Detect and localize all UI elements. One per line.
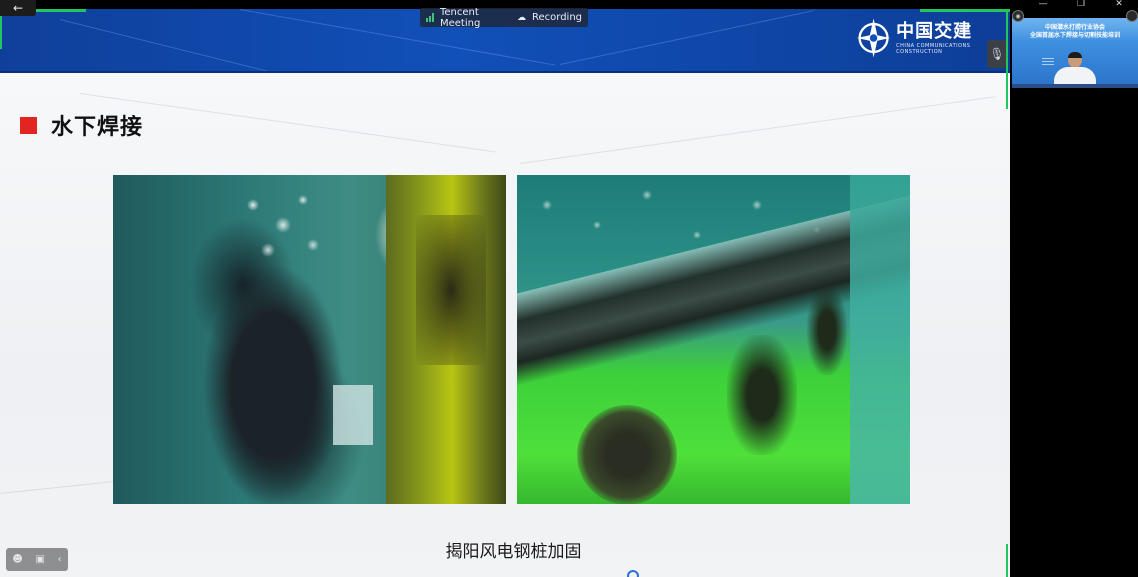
minimize-button[interactable]: — — [1024, 0, 1062, 9]
underwater-welding-photo — [113, 175, 506, 504]
bottom-toolbar: ☻ ▣ ‹ — [6, 548, 68, 571]
screen-share-border — [1006, 9, 1008, 109]
collapse-icon[interactable]: ‹ — [58, 554, 62, 565]
tencent-meeting-window: ← — ❐ ✕ 中国交建 CHINA COMMUNICATIONS CONSTR… — [0, 0, 1138, 577]
video-banner: 中国潜水打捞行业协会 全国首届水下焊接与切割技能培训 — [1029, 24, 1120, 39]
participant-avatar-icon[interactable] — [1126, 10, 1138, 22]
back-button[interactable]: ← — [0, 0, 36, 16]
cloud-recording-icon: ☁ — [516, 12, 526, 23]
participant-video-tile[interactable]: 中国潜水打捞行业协会 全国首届水下焊接与切割技能培训 — [1012, 18, 1138, 88]
slide-caption: 揭阳风电钢桩加固 — [445, 542, 582, 562]
cccc-logo-icon — [856, 18, 891, 58]
chat-icon[interactable]: ▣ — [35, 554, 44, 565]
meeting-status-bar: Tencent Meeting ☁ Recording — [420, 6, 588, 29]
title-bullet-square — [20, 116, 37, 134]
recording-label[interactable]: Recording — [532, 12, 582, 23]
screen-share-border — [1006, 544, 1008, 577]
slide-title: 水下焊接 — [51, 115, 144, 140]
header-decor-line — [559, 9, 815, 65]
green-accent-bar — [920, 9, 1010, 12]
window-controls: — ❐ ✕ — [1024, 0, 1138, 9]
back-arrow-icon: ← — [12, 1, 24, 15]
signal-strength-icon — [426, 13, 434, 22]
shared-screen: 中国交建 CHINA COMMUNICATIONS CONSTRUCTION 🎙… — [0, 9, 1010, 577]
body-decor-line — [519, 96, 996, 164]
slide-body: 水下焊接 揭阳风电钢桩加固 — [0, 73, 1010, 577]
photo-diver — [198, 255, 348, 504]
emoji-icon[interactable]: ☻ — [12, 554, 22, 565]
participant-avatar-icon[interactable]: ◉ — [1012, 10, 1024, 22]
slide-title-row: 水下焊接 — [20, 109, 143, 141]
annotation-pointer-icon[interactable] — [627, 570, 639, 577]
app-name-label: Tencent Meeting — [440, 6, 481, 29]
microphone-icon: 🎙 — [989, 47, 1005, 61]
close-button[interactable]: ✕ — [1100, 0, 1138, 9]
microphone-button[interactable]: 🎙 — [987, 40, 1007, 68]
steel-pile-repair-photo — [517, 175, 910, 504]
photo-bubbles — [233, 185, 333, 275]
restore-button[interactable]: ❐ — [1062, 0, 1100, 9]
participant-speaker — [1054, 52, 1096, 88]
